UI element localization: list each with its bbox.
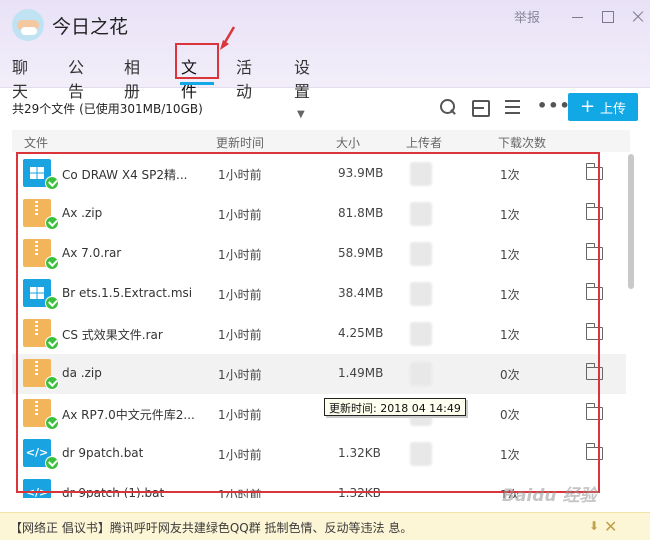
column-header-updated[interactable]: 更新时间: [216, 134, 264, 151]
scrollbar[interactable]: [627, 150, 635, 510]
watermark: Baidu 经验: [502, 486, 597, 506]
report-button[interactable]: 举报: [514, 7, 540, 26]
file-toolbar: 共29个文件 (已使用301MB/10GB) •••: [0, 88, 650, 126]
plus-icon: +: [579, 96, 596, 117]
upload-button[interactable]: + 上传: [568, 93, 638, 121]
window-header: 今日之花 举报 聊天 公告 相册 文件 活动 设置▼: [0, 0, 650, 120]
annotation-arrow-icon: [220, 26, 236, 50]
notice-text[interactable]: 【网络正 倡议书】腾讯呼吁网友共建绿色QQ群 抵制色情、反动等违法 息。: [10, 519, 412, 536]
group-avatar[interactable]: [12, 9, 44, 41]
file-count-text: 共29个文件 (已使用301MB/10GB): [12, 102, 203, 116]
annotation-highlight-box: [175, 43, 219, 79]
column-header-downloads[interactable]: 下载次数: [498, 134, 546, 151]
maximize-icon[interactable]: [596, 6, 620, 26]
avatar-hand-shape: [21, 27, 37, 35]
update-time-tooltip: 更新时间: 2018 04 14:49: [324, 398, 466, 416]
active-tab-indicator: [180, 82, 214, 85]
close-icon[interactable]: ✕: [604, 517, 617, 536]
window-controls: 举报: [514, 6, 650, 26]
search-icon[interactable]: [438, 97, 458, 117]
column-header-file[interactable]: 文件: [24, 134, 48, 151]
close-icon[interactable]: [626, 6, 650, 26]
upload-label: 上传: [600, 101, 627, 117]
notice-bar: 【网络正 倡议书】腾讯呼吁网友共建绿色QQ群 抵制色情、反动等违法 息。 ⬇ ✕: [0, 512, 650, 540]
inbox-icon[interactable]: [470, 97, 490, 117]
window-title: 今日之花: [52, 16, 129, 38]
column-header-size[interactable]: 大小: [336, 134, 360, 151]
minimize-icon[interactable]: [566, 6, 590, 26]
list-view-icon[interactable]: [503, 97, 523, 117]
column-header-uploader[interactable]: 上传者: [406, 134, 442, 151]
file-table-header: 文件 更新时间 大小 上传者 下载次数: [12, 130, 630, 152]
scrollbar-thumb[interactable]: [628, 154, 634, 289]
download-arrow-icon[interactable]: ⬇: [589, 519, 599, 533]
more-icon[interactable]: •••: [537, 96, 570, 116]
annotation-highlight-box: [16, 152, 600, 493]
